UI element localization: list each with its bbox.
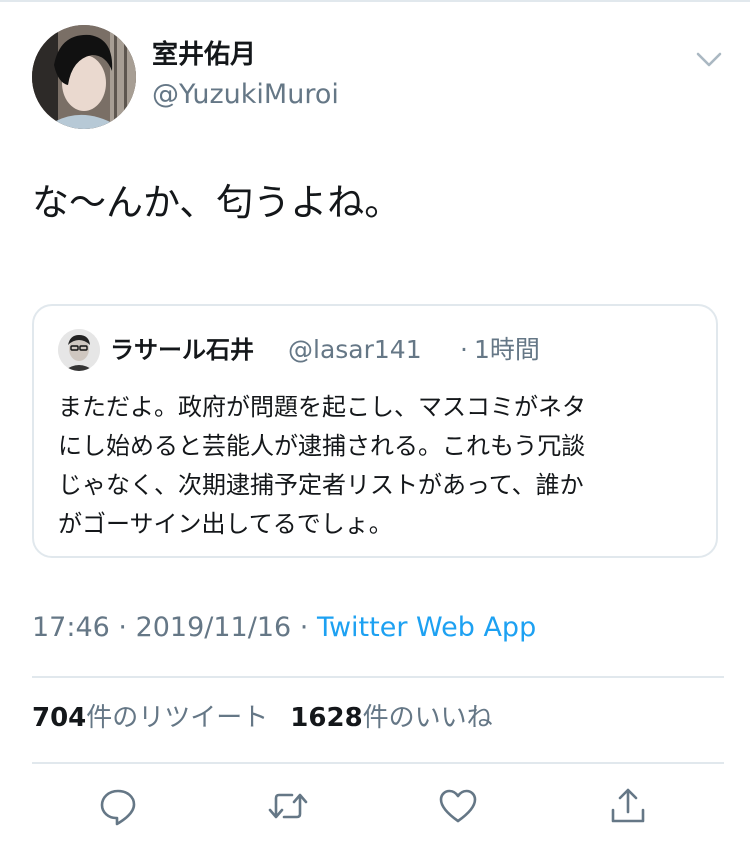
tweet-meta: 17:46 · 2019/11/16 · Twitter Web App — [32, 610, 536, 646]
share-icon[interactable] — [608, 786, 648, 826]
quoted-separator: · — [460, 335, 468, 364]
like-stat[interactable]: 1628件のいいね — [290, 703, 492, 733]
reply-icon[interactable] — [98, 786, 138, 826]
quoted-text-line: がゴーサイン出してるでしょ。 — [58, 510, 393, 538]
tweet-text: な〜んか、匂うよね。 — [32, 181, 402, 224]
source-app-link[interactable]: Twitter Web App — [317, 612, 536, 643]
author-display-name[interactable]: 室井佑月 — [152, 38, 256, 72]
quoted-text-line: まただよ。政府が問題を起こし、マスコミがネタ — [58, 393, 586, 421]
divider — [32, 762, 724, 764]
retweet-count: 704 — [32, 703, 87, 733]
author-avatar[interactable] — [32, 25, 136, 129]
meta-separator: · — [109, 612, 136, 643]
like-count: 1628 — [290, 703, 363, 733]
heart-icon[interactable] — [438, 786, 478, 826]
tweet-stats: 704件のリツイート 1628件のいいね — [32, 700, 493, 736]
chevron-down-icon[interactable] — [692, 46, 726, 72]
quoted-timestamp: 1時間 — [474, 335, 540, 364]
quoted-author-display-name: ラサール石井 — [110, 336, 254, 364]
like-label: 件のいいね — [362, 703, 493, 733]
meta-separator: · — [291, 612, 317, 643]
quoted-text-line: じゃなく、次期逮捕予定者リストがあって、誰か — [58, 471, 584, 499]
tweet-date[interactable]: 2019/11/16 — [136, 612, 292, 643]
quoted-text-line: にし始めると芸能人が逮捕される。これもう冗談 — [58, 432, 586, 460]
retweet-label: 件のリツイート — [86, 703, 269, 733]
quoted-tweet-text: まただよ。政府が問題を起こし、マスコミがネタ にし始めると芸能人が逮捕される。こ… — [58, 388, 698, 544]
quoted-tweet[interactable]: ラサール石井 @lasar141 · 1時間 まただよ。政府が問題を起こし、マス… — [32, 304, 718, 558]
retweet-stat[interactable]: 704件のリツイート — [32, 703, 268, 733]
divider — [32, 676, 724, 678]
author-handle[interactable]: @YuzukiMuroi — [152, 78, 339, 112]
quoted-author-avatar[interactable] — [58, 329, 100, 371]
top-divider — [0, 0, 750, 2]
retweet-icon[interactable] — [268, 786, 308, 826]
quoted-author-handle: @lasar141 — [288, 335, 422, 364]
tweet-time[interactable]: 17:46 — [32, 612, 110, 643]
